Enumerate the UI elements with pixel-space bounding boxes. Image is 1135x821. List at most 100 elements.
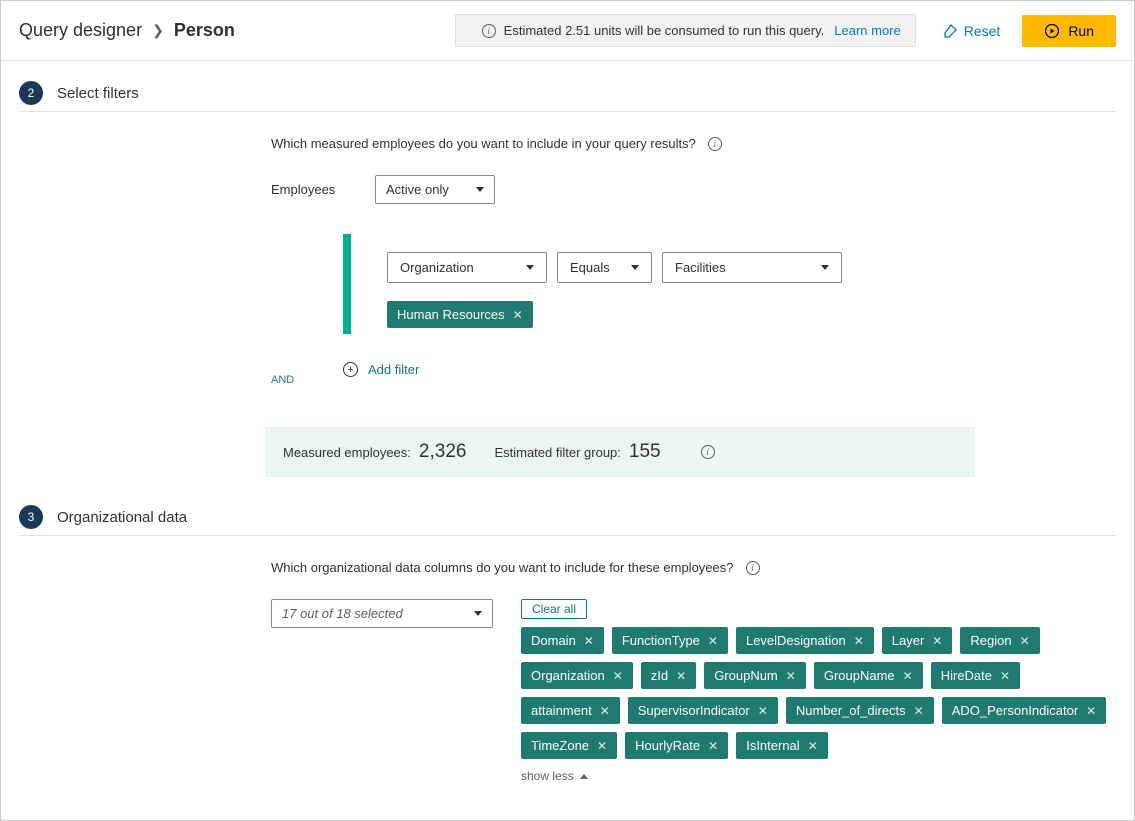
close-icon[interactable]: ✕ [513,308,523,322]
estimate-text: Estimated 2.51 units will be consumed to… [504,23,825,38]
org-tag[interactable]: IsInternal✕ [736,732,828,759]
close-icon[interactable]: ✕ [597,739,607,753]
show-less-toggle[interactable]: show less [521,769,1116,783]
and-connector: AND [271,374,294,386]
filter-field-value: Organization [400,260,474,275]
org-tag[interactable]: FunctionType✕ [612,627,728,654]
caret-down-icon [631,265,639,270]
caret-down-icon [476,187,484,192]
org-tag-label: zId [651,668,668,683]
org-tag-label: Domain [531,633,576,648]
measured-value: 2,326 [419,441,467,463]
info-icon[interactable]: i [701,445,715,459]
info-icon[interactable]: i [708,137,722,151]
org-tag-label: Region [970,633,1011,648]
step-badge-3: 3 [19,505,43,529]
org-tag-label: ADO_PersonIndicator [952,703,1078,718]
close-icon[interactable]: ✕ [932,634,942,648]
breadcrumb-root[interactable]: Query designer [19,20,142,41]
filter-field-dropdown[interactable]: Organization [387,252,547,283]
employees-label: Employees [271,182,375,197]
org-columns-dropdown[interactable]: 17 out of 18 selected [271,599,493,628]
show-less-label: show less [521,769,574,783]
group-label: Estimated filter group: [494,445,620,460]
employees-dropdown[interactable]: Active only [375,175,495,204]
run-button[interactable]: Run [1022,15,1116,47]
org-tag[interactable]: ADO_PersonIndicator ✕ [942,697,1107,724]
caret-down-icon [821,265,829,270]
close-icon[interactable]: ✕ [914,704,924,718]
chevron-right-icon: ❯ [152,22,164,39]
org-tag[interactable]: HourlyRate ✕ [625,732,728,759]
org-tag[interactable]: Layer ✕ [882,627,953,654]
reset-label: Reset [964,23,1001,39]
employees-value: Active only [386,182,449,197]
org-tag-label: Number_of_directs [796,703,906,718]
close-icon[interactable]: ✕ [903,669,913,683]
close-icon[interactable]: ✕ [708,634,718,648]
org-tag[interactable]: zId ✕ [641,662,696,689]
plus-circle-icon[interactable]: + [343,362,358,377]
org-prompt: Which organizational data columns do you… [271,560,734,575]
section-organizational-data: 3 Organizational data Which organization… [19,505,1116,783]
org-tag[interactable]: HireDate ✕ [931,662,1020,689]
org-tag[interactable]: SupervisorIndicator✕ [628,697,778,724]
breadcrumb: Query designer ❯ Person [19,20,455,41]
filter-group-bar [343,234,351,334]
close-icon[interactable]: ✕ [1020,634,1030,648]
org-tag[interactable]: TimeZone ✕ [521,732,617,759]
org-tag-label: attainment [531,703,592,718]
reset-button[interactable]: Reset [928,15,1015,47]
info-icon: i [482,24,496,38]
close-icon[interactable]: ✕ [1086,704,1096,718]
close-icon[interactable]: ✕ [708,739,718,753]
stats-bar: Measured employees: 2,326 Estimated filt… [265,427,975,477]
learn-more-link[interactable]: Learn more [834,23,900,38]
org-tag[interactable]: Organization ✕ [521,662,633,689]
play-circle-icon [1044,23,1060,39]
org-tag[interactable]: Domain ✕ [521,627,604,654]
filter-tag[interactable]: Human Resources ✕ [387,301,533,328]
close-icon[interactable]: ✕ [786,669,796,683]
org-tag-label: Layer [892,633,925,648]
org-tag[interactable]: Number_of_directs ✕ [786,697,934,724]
close-icon[interactable]: ✕ [758,704,768,718]
org-dropdown-text: 17 out of 18 selected [282,606,403,621]
close-icon[interactable]: ✕ [613,669,623,683]
close-icon[interactable]: ✕ [808,739,818,753]
measured-label: Measured employees: [283,445,411,460]
section-title: Organizational data [57,509,187,526]
filter-value-dropdown[interactable]: Facilities [662,252,842,283]
org-tag-label: HourlyRate [635,738,700,753]
section-title: Select filters [57,85,139,102]
org-tag-label: Organization [531,668,605,683]
org-tag[interactable]: Region ✕ [960,627,1039,654]
caret-down-icon [526,265,534,270]
filter-operator-dropdown[interactable]: Equals [557,252,652,283]
filter-value-text: Facilities [675,260,726,275]
close-icon[interactable]: ✕ [584,634,594,648]
org-tag-label: TimeZone [531,738,589,753]
close-icon[interactable]: ✕ [1000,669,1010,683]
caret-down-icon [474,611,482,616]
info-icon[interactable]: i [746,561,760,575]
org-tag[interactable]: GroupNum✕ [704,662,806,689]
clear-all-button[interactable]: Clear all [521,599,587,619]
close-icon[interactable]: ✕ [676,669,686,683]
org-tag-label: HireDate [941,668,992,683]
org-tag[interactable]: LevelDesignation✕ [736,627,874,654]
filter-tag-label: Human Resources [397,307,505,322]
close-icon[interactable]: ✕ [854,634,864,648]
add-filter-button[interactable]: Add filter [368,362,419,377]
close-icon[interactable]: ✕ [600,704,610,718]
org-tag-list: Domain✕FunctionType✕LevelDesignation✕Lay… [521,627,1116,759]
run-label: Run [1068,23,1094,39]
section-select-filters: 2 Select filters Which measured employee… [19,81,1116,477]
topbar: Query designer ❯ Person i Estimated 2.51… [1,1,1134,61]
eraser-icon [942,23,958,39]
step-badge-2: 2 [19,81,43,105]
org-tag[interactable]: GroupName ✕ [814,662,923,689]
org-tag-label: GroupName [824,668,895,683]
org-tag[interactable]: attainment ✕ [521,697,620,724]
filter-operator-value: Equals [570,260,610,275]
